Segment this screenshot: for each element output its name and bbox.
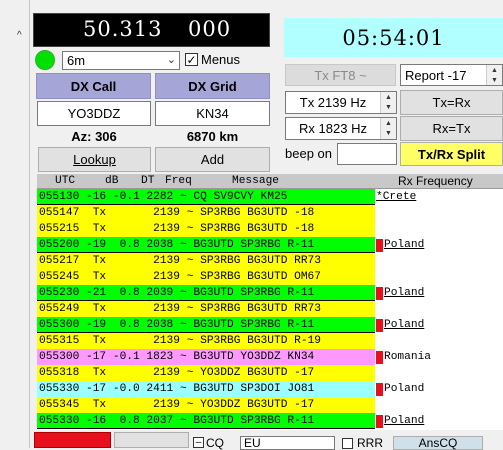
spin-arrows-icon[interactable]: ▲ ▼	[380, 92, 396, 113]
dx-grid-input[interactable]: KN34	[155, 101, 270, 126]
decode-row-text: 055315 Tx 2139 ~ SP3RBG BG3UTD R-19	[39, 335, 321, 347]
decode-row[interactable]: 055215 Tx 2139 ~ SP3RBG BG3UTD -18	[37, 221, 375, 237]
decode-row[interactable]: 055300 -17 -0.1 1823 ~ BG3UTD YO3DDZ KN3…	[37, 349, 375, 365]
decode-row-country: Poland	[384, 415, 425, 427]
country-flag-marker	[376, 319, 383, 332]
tx-mode-button: Tx FT8 ~	[285, 64, 396, 86]
tx-rx-split-button[interactable]: Tx/Rx Split	[400, 142, 503, 166]
dx-call-header: DX Call	[36, 73, 151, 99]
decode-row-text: 055330 -17 -0.0 2411 ~ BG3UTD SP3DOI JO8…	[39, 383, 315, 395]
country-flag-marker	[376, 383, 383, 396]
decode-row-text: 055217 Tx 2139 ~ SP3RBG BG3UTD RR73	[39, 255, 321, 267]
col-db: dB	[105, 175, 119, 187]
spin-arrows-icon[interactable]: ▲ ▼	[380, 118, 396, 139]
cq-checkbox[interactable]: –	[193, 437, 204, 448]
decode-row[interactable]: 055230 -21 0.8 2039 ~ BG3UTD SP3RBG R-11	[37, 285, 375, 301]
decode-row[interactable]: 055330 -16 0.8 2037 ~ BG3UTD SP3RBG R-11	[37, 413, 375, 429]
decode-row-text: 055300 -19 0.8 2038 ~ BG3UTD SP3RBG R-11	[39, 319, 315, 331]
enable-tx-button[interactable]	[34, 432, 111, 448]
report-spinbox[interactable]: Report -17 ▲ ▼	[400, 64, 503, 86]
report-value: Report -17	[405, 67, 467, 83]
decode-row-country: Poland	[384, 319, 425, 331]
col-message: Message	[232, 175, 279, 187]
decode-row-text: 055345 Tx 2139 ~ YO3DDZ BG3UTD -17	[39, 399, 315, 411]
decode-row[interactable]: 055147 Tx 2139 ~ SP3RBG BG3UTD -18	[37, 205, 375, 221]
add-button[interactable]: Add	[155, 147, 270, 172]
lookup-button[interactable]: Lookup	[38, 147, 151, 172]
decode-row-text: 055249 Tx 2139 ~ SP3RBG BG3UTD RR73	[39, 303, 321, 315]
decode-row[interactable]: 055315 Tx 2139 ~ SP3RBG BG3UTD R-19	[37, 333, 375, 349]
decode-row[interactable]: 055200 -19 0.8 2038 ~ BG3UTD SP3RBG R-11	[37, 237, 375, 253]
col-freq: Freq	[165, 175, 192, 187]
decode-row[interactable]: 055245 Tx 2139 ~ SP3RBG BG3UTD OM67	[37, 269, 375, 285]
decode-row-country: Poland	[384, 383, 425, 395]
halt-tx-button[interactable]	[114, 432, 189, 448]
decode-row-text: 055230 -21 0.8 2039 ~ BG3UTD SP3RBG R-11	[39, 287, 315, 299]
col-utc: UTC	[55, 175, 76, 187]
spin-arrows-icon[interactable]: ▲ ▼	[486, 65, 502, 85]
menus-label: Menus	[201, 52, 241, 67]
country-flag-marker	[376, 415, 383, 428]
chevron-down-icon: ⌄	[166, 54, 176, 66]
decode-list-header: UTC dB DT Freq Message Rx Frequency	[37, 174, 503, 189]
status-indicator-icon	[35, 50, 55, 70]
rx-frequency-value: Rx 1823 Hz	[299, 121, 367, 136]
decode-row[interactable]: 055318 Tx 2139 ~ YO3DDZ BG3UTD -17	[37, 365, 375, 381]
tx-frequency-value: Tx 2139 Hz	[299, 95, 367, 110]
rrr-checkbox[interactable]	[342, 438, 353, 449]
beep-label: beep on	[285, 146, 332, 161]
frequency-mhz: 50.313	[83, 17, 163, 41]
azimuth-label: Az: 306	[71, 129, 117, 144]
decode-row-country: Poland	[384, 239, 425, 251]
left-panel-edge	[0, 0, 30, 448]
rx-frequency-spinbox[interactable]: Rx 1823 Hz ▲ ▼	[285, 117, 397, 140]
decode-row-country: *Crete	[376, 191, 417, 203]
decode-row-text: 055330 -16 0.8 2037 ~ BG3UTD SP3RBG R-11	[39, 415, 315, 427]
band-select-value: 6m	[67, 53, 86, 68]
utc-clock: 05:54:01	[284, 18, 503, 57]
decode-row-text: 055245 Tx 2139 ~ SP3RBG BG3UTD OM67	[39, 271, 321, 283]
decode-row[interactable]: 055300 -19 0.8 2038 ~ BG3UTD SP3RBG R-11	[37, 317, 375, 333]
decode-list[interactable]: 055130 -16 -0.1 2282 ~ CQ SV9CVY KM25 *Cr…	[37, 189, 503, 430]
distance-label: 6870 km	[186, 129, 239, 144]
decode-row-country: Poland	[384, 287, 425, 299]
beep-input[interactable]	[337, 143, 397, 165]
decode-row[interactable]: 055330 -17 -0.0 2411 ~ BG3UTD SP3DOI JO8…	[37, 381, 375, 397]
decode-row[interactable]: 055345 Tx 2139 ~ YO3DDZ BG3UTD -17	[37, 397, 375, 413]
decode-row[interactable]: 055217 Tx 2139 ~ SP3RBG BG3UTD RR73	[37, 253, 375, 269]
country-flag-marker	[376, 351, 383, 364]
tx-eq-rx-button[interactable]: Tx=Rx	[400, 90, 503, 115]
decode-row-text: 055147 Tx 2139 ~ SP3RBG BG3UTD -18	[39, 207, 315, 219]
country-flag-marker	[376, 287, 383, 300]
decode-row-text: 055215 Tx 2139 ~ SP3RBG BG3UTD -18	[39, 223, 315, 235]
decode-row-text: 055200 -19 0.8 2038 ~ BG3UTD SP3RBG R-11	[39, 239, 315, 251]
dx-grid-header: DX Grid	[155, 73, 270, 99]
dx-call-input[interactable]: YO3DDZ	[37, 101, 151, 126]
tx-frequency-spinbox[interactable]: Tx 2139 Hz ▲ ▼	[285, 91, 397, 114]
menus-checkbox[interactable]: ✓	[185, 53, 198, 66]
collapse-chevron-icon[interactable]: ^	[17, 30, 29, 42]
decode-row[interactable]: 055130 -16 -0.1 2282 ~ CQ SV9CVY KM25	[37, 189, 375, 205]
decode-row[interactable]: 055249 Tx 2139 ~ SP3RBG BG3UTD RR73	[37, 301, 375, 317]
decode-row-text: 055130 -16 -0.1 2282 ~ CQ SV9CVY KM25	[39, 191, 288, 203]
col-rx-frequency: Rx Frequency	[398, 174, 473, 188]
band-select[interactable]: 6m ⌄	[62, 51, 180, 70]
frequency-khz: 000	[188, 17, 232, 41]
rx-eq-tx-button[interactable]: Rx=Tx	[400, 116, 503, 141]
decode-row-text: 055300 -17 -0.1 1823 ~ BG3UTD YO3DDZ KN3…	[39, 351, 315, 363]
decode-row-country: Romania	[384, 351, 431, 363]
decode-row-text: 055318 Tx 2139 ~ YO3DDZ BG3UTD -17	[39, 367, 315, 379]
country-flag-marker	[376, 239, 383, 252]
col-dt: DT	[141, 175, 155, 187]
